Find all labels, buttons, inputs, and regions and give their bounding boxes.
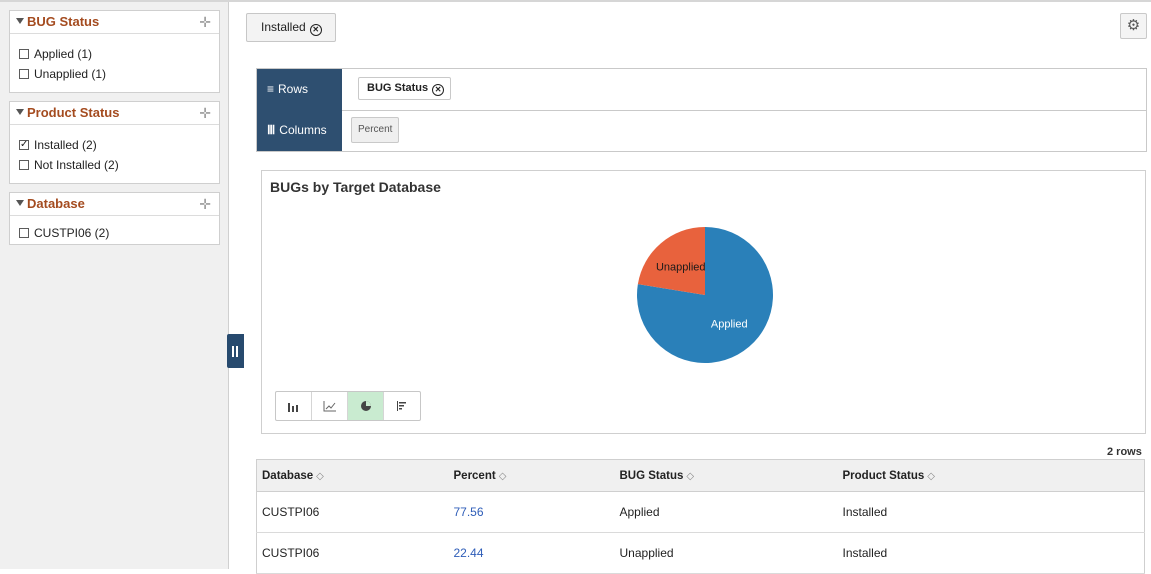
columns-field-pill[interactable]: Percent <box>351 117 400 143</box>
horizontal-bar-chart-icon[interactable] <box>384 392 420 420</box>
collapse-triangle-icon[interactable] <box>16 200 24 206</box>
line-chart-icon[interactable] <box>312 392 348 420</box>
cell-database: CUSTPI06 <box>256 532 449 574</box>
chart-type-toolbar <box>275 391 421 421</box>
chart-panel: BUGs by Target Database Applied Unapplied <box>261 170 1146 434</box>
cell-product-status: Installed <box>837 532 1145 574</box>
filter-option-installed[interactable]: Installed (2) <box>19 137 97 153</box>
row-count: 2 rows <box>1107 446 1142 458</box>
filter-option-unapplied[interactable]: Unapplied (1) <box>19 66 106 82</box>
sort-icon[interactable]: ◇ <box>686 471 694 482</box>
checkbox[interactable] <box>19 49 29 59</box>
facet-bug-status: BUG Status ✛ Applied (1) Unapplied (1) <box>9 10 220 93</box>
results-grid: Database ◇ Percent ◇ BUG Status ◇ Product S… <box>256 459 1145 574</box>
move-icon[interactable]: ✛ <box>199 14 211 31</box>
panel-collapse-handle[interactable] <box>227 334 244 368</box>
checkbox-checked[interactable] <box>19 140 29 150</box>
pie-label-applied: Applied <box>711 318 748 330</box>
active-filter-chip[interactable]: Installed ✕ <box>246 13 336 42</box>
facet-product-status: Product Status ✛ Installed (2) Not Insta… <box>9 101 220 184</box>
filter-option-custpi06[interactable]: CUSTPI06 (2) <box>19 225 109 241</box>
filter-option-label: Applied (1) <box>34 47 93 61</box>
filter-option-not-installed[interactable]: Not Installed (2) <box>19 157 119 173</box>
pie-label-unapplied: Unapplied <box>656 262 706 274</box>
columns-icon: Ⅲ <box>267 123 276 137</box>
bar-chart-icon[interactable] <box>276 392 312 420</box>
pie-chart-icon[interactable] <box>348 392 384 420</box>
collapse-triangle-icon[interactable] <box>16 18 24 24</box>
facet-title[interactable]: Database <box>16 196 85 211</box>
columns-label: Ⅲ Columns <box>257 110 342 151</box>
filter-option-applied[interactable]: Applied (1) <box>19 46 92 62</box>
column-header-bug-status[interactable]: BUG Status ◇ <box>614 459 838 492</box>
grid-header-row: Database ◇ Percent ◇ BUG Status ◇ Product S… <box>256 459 1145 492</box>
remove-field-icon[interactable]: ✕ <box>432 84 445 96</box>
facet-header[interactable]: BUG Status ✛ <box>10 11 219 34</box>
filter-option-label: Unapplied (1) <box>34 67 107 81</box>
column-header-percent[interactable]: Percent ◇ <box>448 459 615 492</box>
cell-database: CUSTPI06 <box>256 491 449 533</box>
pivot-columns-bar: Ⅲ Columns Percent <box>257 110 1146 151</box>
pivot-config: ≡ Rows BUG Status ✕ Ⅲ Columns Percent <box>256 68 1147 152</box>
cell-percent-link[interactable]: 77.56 <box>448 491 615 533</box>
table-row: CUSTPI06 22.44 Unapplied Installed <box>256 532 1145 574</box>
cell-percent-link[interactable]: 22.44 <box>448 532 615 574</box>
facet-database: Database ✛ CUSTPI06 (2) <box>9 192 220 245</box>
sort-icon[interactable]: ◇ <box>316 471 324 482</box>
checkbox[interactable] <box>19 160 29 170</box>
column-header-product-status[interactable]: Product Status ◇ <box>837 459 1145 492</box>
facet-title[interactable]: BUG Status <box>16 14 99 29</box>
table-row: CUSTPI06 77.56 Applied Installed <box>256 491 1145 533</box>
rows-field-pill[interactable]: BUG Status ✕ <box>358 77 452 100</box>
move-icon[interactable]: ✛ <box>199 196 211 213</box>
sort-icon[interactable]: ◇ <box>499 471 507 482</box>
facet-title[interactable]: Product Status <box>16 105 119 120</box>
cell-bug-status: Unapplied <box>614 532 838 574</box>
chip-label: Installed <box>261 20 306 34</box>
filter-option-label: CUSTPI06 (2) <box>34 226 110 240</box>
remove-filter-icon[interactable]: ✕ <box>309 24 322 36</box>
rows-label: ≡ Rows <box>257 69 342 110</box>
cell-product-status: Installed <box>837 491 1145 533</box>
facet-header[interactable]: Database ✛ <box>10 193 219 216</box>
facet-header[interactable]: Product Status ✛ <box>10 102 219 125</box>
filter-option-label: Not Installed (2) <box>34 158 119 172</box>
collapse-triangle-icon[interactable] <box>16 109 24 115</box>
filter-panel: BUG Status ✛ Applied (1) Unapplied (1) P… <box>0 2 229 569</box>
move-icon[interactable]: ✛ <box>199 105 211 122</box>
column-header-database[interactable]: Database ◇ <box>256 459 449 492</box>
sort-icon[interactable]: ◇ <box>927 471 935 482</box>
filter-option-label: Installed (2) <box>34 138 97 152</box>
cell-bug-status: Applied <box>614 491 838 533</box>
pivot-rows-bar: ≡ Rows BUG Status ✕ <box>257 69 1146 111</box>
settings-gear-icon[interactable]: ⚙ <box>1120 13 1147 39</box>
rows-icon: ≡ <box>267 82 275 96</box>
checkbox[interactable] <box>19 228 29 238</box>
checkbox[interactable] <box>19 69 29 79</box>
